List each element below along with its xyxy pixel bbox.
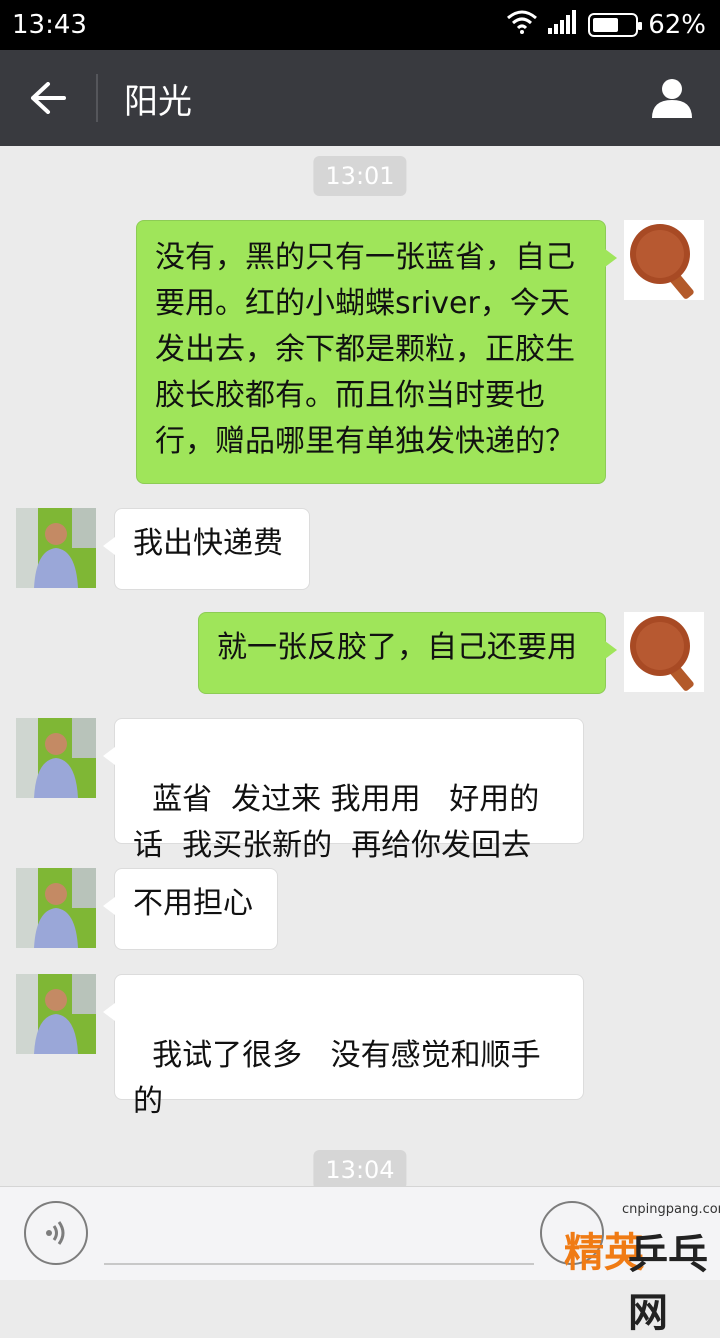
person-icon (652, 79, 692, 118)
message-bubble-outgoing[interactable]: 就一张反胶了，自己还要用 (198, 612, 617, 694)
message-text: 不用担心 (133, 886, 253, 921)
chat-title: 阳光 (124, 81, 192, 122)
back-button[interactable] (0, 50, 96, 146)
timestamp-label: 13:04 (313, 1150, 407, 1190)
message-text: 我试了很多 没有感觉和顺手的 (133, 1038, 541, 1119)
chat-info-button[interactable] (624, 50, 720, 146)
my-avatar[interactable] (624, 220, 704, 300)
person-photo-icon (16, 718, 96, 798)
battery-percent: 62% (648, 10, 706, 40)
battery-level (593, 18, 618, 32)
person-photo-icon (16, 974, 96, 1054)
site-watermark: cnpingpang.com 精英 乒乓网 (560, 1186, 720, 1336)
message-text: 没有，黑的只有一张蓝省，自己要用。红的小蝴蝶sriver，今天发出去，余下都是颗… (155, 240, 575, 459)
contact-avatar[interactable] (16, 718, 96, 798)
contact-avatar[interactable] (16, 868, 96, 948)
contact-avatar[interactable] (16, 974, 96, 1054)
chat-header: 阳光 (0, 50, 720, 146)
watermark-brand-black: 乒乓网 (628, 1232, 708, 1336)
signal-icon (548, 9, 578, 41)
status-icons: 62% (506, 9, 706, 41)
wifi-icon (506, 10, 538, 41)
message-text: 我出快递费 (133, 526, 283, 561)
status-bar: 13:43 62% (0, 0, 720, 50)
status-time: 13:43 (12, 10, 87, 40)
watermark-url: cnpingpang.com (622, 1202, 720, 1217)
message-bubble-incoming[interactable]: 我出快递费 (103, 508, 310, 590)
person-photo-icon (16, 508, 96, 588)
person-photo-icon (16, 868, 96, 948)
message-bubble-incoming[interactable]: 不用担心 (103, 868, 278, 950)
paddle-avatar-icon (624, 220, 704, 300)
message-text: 蓝省 发过来 我用用 好用的话 我买张新的 再给你发回去 (133, 782, 540, 863)
message-input[interactable] (104, 1263, 534, 1265)
my-avatar[interactable] (624, 612, 704, 692)
battery-icon (588, 13, 643, 37)
contact-avatar[interactable] (16, 508, 96, 588)
message-bubble-outgoing[interactable]: 没有，黑的只有一张蓝省，自己要用。红的小蝴蝶sriver，今天发出去，余下都是颗… (136, 220, 617, 484)
header-divider (96, 74, 98, 122)
message-text: 就一张反胶了，自己还要用 (217, 630, 577, 665)
voice-input-button[interactable] (24, 1201, 88, 1265)
paddle-avatar-icon (624, 612, 704, 692)
back-arrow-icon (31, 82, 66, 114)
message-bubble-incoming[interactable]: 我试了很多 没有感觉和顺手的 (103, 974, 584, 1119)
voice-icon (46, 1221, 65, 1245)
message-bubble-incoming[interactable]: 蓝省 发过来 我用用 好用的话 我买张新的 再给你发回去 (103, 718, 584, 863)
timestamp-label: 13:01 (313, 156, 407, 196)
